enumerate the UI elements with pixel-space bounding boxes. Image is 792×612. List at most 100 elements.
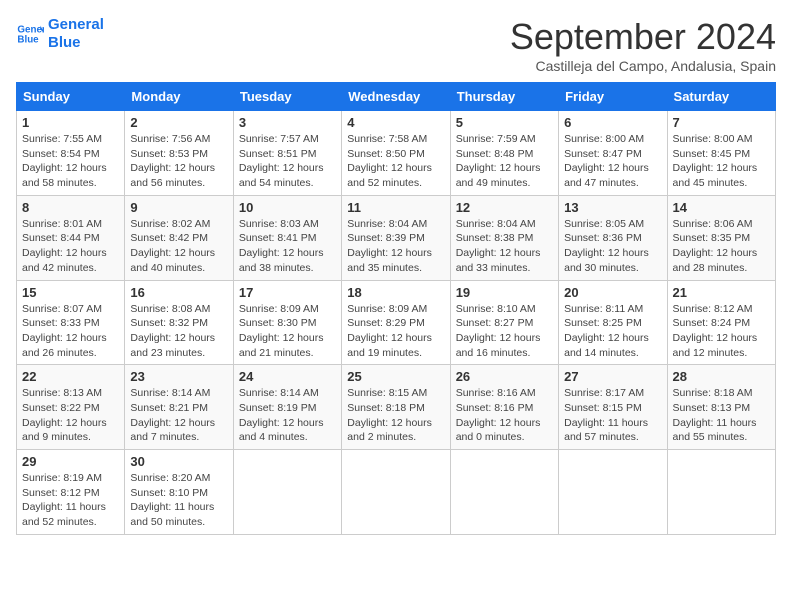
- day-info: Sunrise: 7:58 AM Sunset: 8:50 PM Dayligh…: [347, 132, 444, 191]
- calendar-cell: 12 Sunrise: 8:04 AM Sunset: 8:38 PM Dayli…: [450, 195, 558, 280]
- day-number: 14: [673, 200, 770, 215]
- calendar-cell: 4Sunrise: 7:58 AM Sunset: 8:50 PM Daylig…: [342, 111, 450, 196]
- day-info: Sunrise: 7:55 AM Sunset: 8:54 PM Dayligh…: [22, 132, 119, 191]
- day-number: 17: [239, 285, 336, 300]
- calendar-cell: [559, 450, 667, 535]
- column-header-friday: Friday: [559, 83, 667, 111]
- day-number: 2: [130, 115, 227, 130]
- day-info: Sunrise: 7:56 AM Sunset: 8:53 PM Dayligh…: [130, 132, 227, 191]
- day-number: 9: [130, 200, 227, 215]
- calendar-cell: 1 Sunrise: 7:55 AM Sunset: 8:54 PM Daylig…: [17, 111, 125, 196]
- title-section: September 2024 Castilleja del Campo, And…: [510, 16, 776, 74]
- day-number: 16: [130, 285, 227, 300]
- day-number: 26: [456, 369, 553, 384]
- day-number: 25: [347, 369, 444, 384]
- day-number: 18: [347, 285, 444, 300]
- week-row-3: 15 Sunrise: 8:07 AM Sunset: 8:33 PM Dayli…: [17, 280, 776, 365]
- day-number: 13: [564, 200, 661, 215]
- calendar-cell: 17 Sunrise: 8:09 AM Sunset: 8:30 PM Dayli…: [233, 280, 341, 365]
- day-info: Sunrise: 8:11 AM Sunset: 8:25 PM Dayligh…: [564, 302, 661, 361]
- calendar-cell: [667, 450, 775, 535]
- calendar-subtitle: Castilleja del Campo, Andalusia, Spain: [510, 58, 776, 74]
- calendar-cell: 13 Sunrise: 8:05 AM Sunset: 8:36 PM Dayli…: [559, 195, 667, 280]
- column-header-sunday: Sunday: [17, 83, 125, 111]
- calendar-cell: 23 Sunrise: 8:14 AM Sunset: 8:21 PM Dayli…: [125, 365, 233, 450]
- column-header-tuesday: Tuesday: [233, 83, 341, 111]
- column-header-saturday: Saturday: [667, 83, 775, 111]
- day-info: Sunrise: 8:08 AM Sunset: 8:32 PM Dayligh…: [130, 302, 227, 361]
- header-row: SundayMondayTuesdayWednesdayThursdayFrid…: [17, 83, 776, 111]
- calendar-cell: 27 Sunrise: 8:17 AM Sunset: 8:15 PM Dayli…: [559, 365, 667, 450]
- day-number: 12: [456, 200, 553, 215]
- day-number: 8: [22, 200, 119, 215]
- day-number: 24: [239, 369, 336, 384]
- day-info: Sunrise: 7:57 AM Sunset: 8:51 PM Dayligh…: [239, 132, 336, 191]
- calendar-cell: 8 Sunrise: 8:01 AM Sunset: 8:44 PM Daylig…: [17, 195, 125, 280]
- day-info: Sunrise: 8:09 AM Sunset: 8:30 PM Dayligh…: [239, 302, 336, 361]
- calendar-cell: 11Sunrise: 8:04 AM Sunset: 8:39 PM Dayli…: [342, 195, 450, 280]
- logo-text: General Blue: [48, 16, 104, 52]
- day-number: 30: [130, 454, 227, 469]
- calendar-cell: 18 Sunrise: 8:09 AM Sunset: 8:29 PM Dayli…: [342, 280, 450, 365]
- calendar-cell: [342, 450, 450, 535]
- day-info: Sunrise: 8:20 AM Sunset: 8:10 PM Dayligh…: [130, 471, 227, 530]
- day-info: Sunrise: 8:04 AM Sunset: 8:38 PM Dayligh…: [456, 217, 553, 276]
- day-number: 10: [239, 200, 336, 215]
- calendar-cell: 2 Sunrise: 7:56 AM Sunset: 8:53 PM Daylig…: [125, 111, 233, 196]
- day-info: Sunrise: 8:13 AM Sunset: 8:22 PM Dayligh…: [22, 386, 119, 445]
- day-info: Sunrise: 8:09 AM Sunset: 8:29 PM Dayligh…: [347, 302, 444, 361]
- week-row-4: 22 Sunrise: 8:13 AM Sunset: 8:22 PM Dayli…: [17, 365, 776, 450]
- calendar-cell: [233, 450, 341, 535]
- logo-icon: General Blue: [16, 20, 44, 48]
- day-info: Sunrise: 8:05 AM Sunset: 8:36 PM Dayligh…: [564, 217, 661, 276]
- calendar-title: September 2024: [510, 16, 776, 58]
- calendar-cell: 19 Sunrise: 8:10 AM Sunset: 8:27 PM Dayli…: [450, 280, 558, 365]
- day-info: Sunrise: 8:19 AM Sunset: 8:12 PM Dayligh…: [22, 471, 119, 530]
- calendar-cell: 15 Sunrise: 8:07 AM Sunset: 8:33 PM Dayli…: [17, 280, 125, 365]
- day-info: Sunrise: 8:14 AM Sunset: 8:21 PM Dayligh…: [130, 386, 227, 445]
- day-info: Sunrise: 8:03 AM Sunset: 8:41 PM Dayligh…: [239, 217, 336, 276]
- day-number: 29: [22, 454, 119, 469]
- day-number: 1: [22, 115, 119, 130]
- column-header-thursday: Thursday: [450, 83, 558, 111]
- calendar-cell: 26Sunrise: 8:16 AM Sunset: 8:16 PM Dayli…: [450, 365, 558, 450]
- day-info: Sunrise: 8:14 AM Sunset: 8:19 PM Dayligh…: [239, 386, 336, 445]
- calendar-cell: 21 Sunrise: 8:12 AM Sunset: 8:24 PM Dayli…: [667, 280, 775, 365]
- day-number: 7: [673, 115, 770, 130]
- day-number: 3: [239, 115, 336, 130]
- day-number: 15: [22, 285, 119, 300]
- column-header-monday: Monday: [125, 83, 233, 111]
- day-info: Sunrise: 8:06 AM Sunset: 8:35 PM Dayligh…: [673, 217, 770, 276]
- calendar-cell: 28 Sunrise: 8:18 AM Sunset: 8:13 PM Dayli…: [667, 365, 775, 450]
- week-row-1: 1 Sunrise: 7:55 AM Sunset: 8:54 PM Daylig…: [17, 111, 776, 196]
- day-info: Sunrise: 8:00 AM Sunset: 8:47 PM Dayligh…: [564, 132, 661, 191]
- day-number: 6: [564, 115, 661, 130]
- day-number: 23: [130, 369, 227, 384]
- day-number: 27: [564, 369, 661, 384]
- day-number: 5: [456, 115, 553, 130]
- day-info: Sunrise: 8:18 AM Sunset: 8:13 PM Dayligh…: [673, 386, 770, 445]
- calendar-cell: 6 Sunrise: 8:00 AM Sunset: 8:47 PM Daylig…: [559, 111, 667, 196]
- day-number: 21: [673, 285, 770, 300]
- calendar-cell: [450, 450, 558, 535]
- day-info: Sunrise: 8:00 AM Sunset: 8:45 PM Dayligh…: [673, 132, 770, 191]
- day-info: Sunrise: 8:04 AM Sunset: 8:39 PM Dayligh…: [347, 217, 444, 276]
- calendar-cell: 14 Sunrise: 8:06 AM Sunset: 8:35 PM Dayli…: [667, 195, 775, 280]
- calendar-cell: 10 Sunrise: 8:03 AM Sunset: 8:41 PM Dayli…: [233, 195, 341, 280]
- day-number: 28: [673, 369, 770, 384]
- day-number: 22: [22, 369, 119, 384]
- svg-text:Blue: Blue: [17, 34, 39, 45]
- calendar-cell: 16 Sunrise: 8:08 AM Sunset: 8:32 PM Dayli…: [125, 280, 233, 365]
- calendar-table: SundayMondayTuesdayWednesdayThursdayFrid…: [16, 82, 776, 535]
- day-number: 19: [456, 285, 553, 300]
- day-info: Sunrise: 8:02 AM Sunset: 8:42 PM Dayligh…: [130, 217, 227, 276]
- day-info: Sunrise: 8:12 AM Sunset: 8:24 PM Dayligh…: [673, 302, 770, 361]
- day-info: Sunrise: 8:17 AM Sunset: 8:15 PM Dayligh…: [564, 386, 661, 445]
- day-info: Sunrise: 8:01 AM Sunset: 8:44 PM Dayligh…: [22, 217, 119, 276]
- day-info: Sunrise: 8:10 AM Sunset: 8:27 PM Dayligh…: [456, 302, 553, 361]
- calendar-cell: 7 Sunrise: 8:00 AM Sunset: 8:45 PM Daylig…: [667, 111, 775, 196]
- day-info: Sunrise: 8:07 AM Sunset: 8:33 PM Dayligh…: [22, 302, 119, 361]
- calendar-cell: 25Sunrise: 8:15 AM Sunset: 8:18 PM Dayli…: [342, 365, 450, 450]
- logo: General Blue General Blue: [16, 16, 104, 52]
- column-header-wednesday: Wednesday: [342, 83, 450, 111]
